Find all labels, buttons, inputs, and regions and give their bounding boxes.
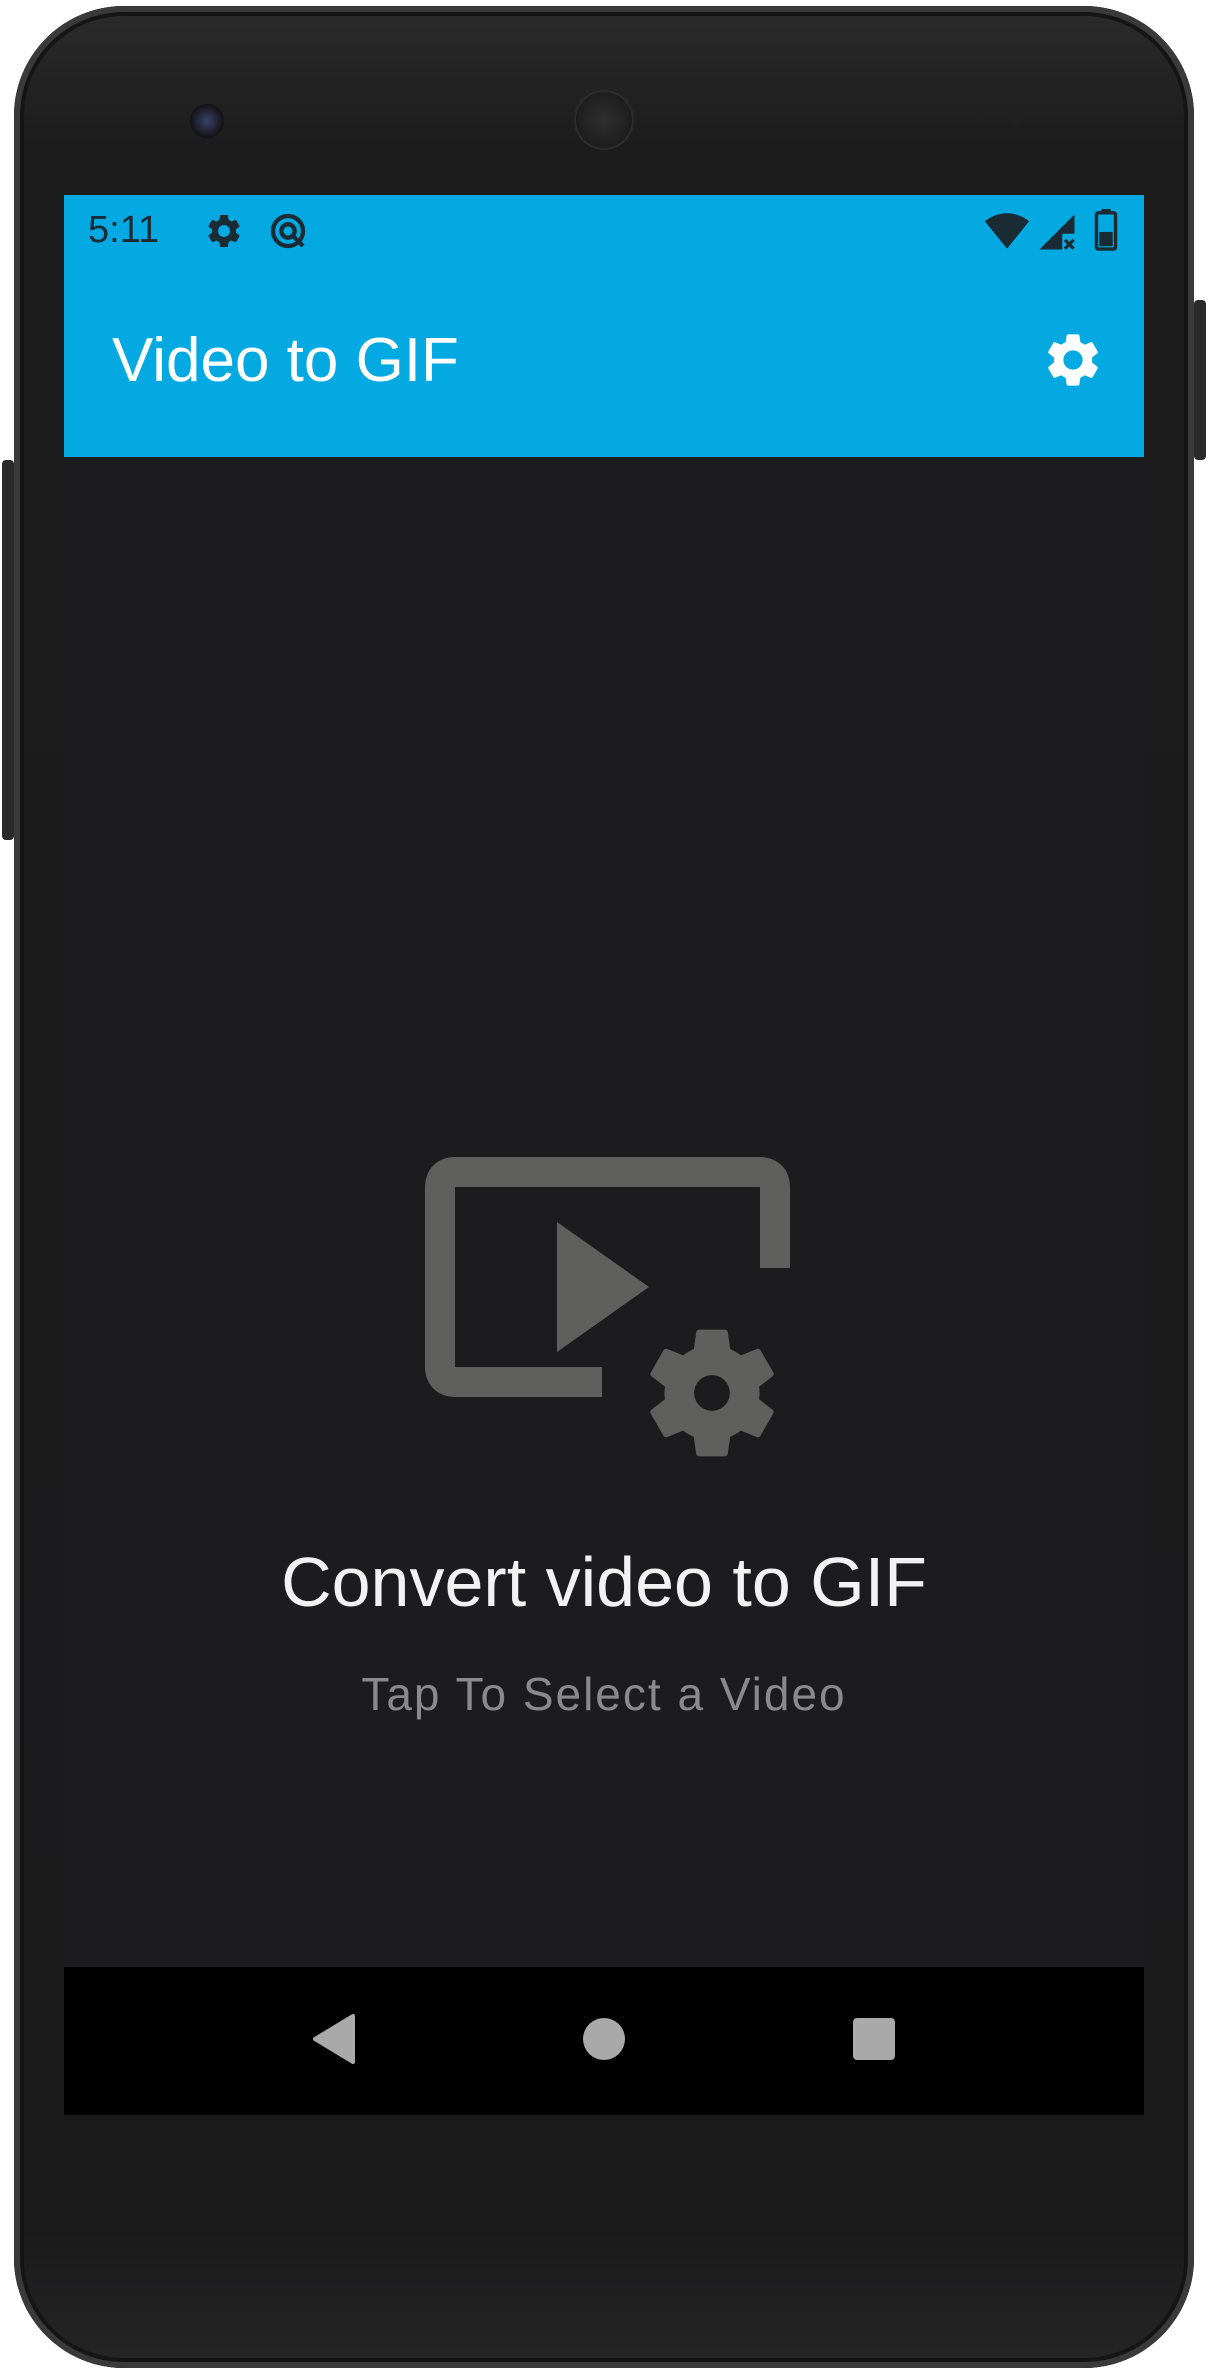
home-button[interactable] [558,1995,650,2087]
select-video-area[interactable]: Convert video to GIF Tap To Select a Vid… [64,457,1144,2115]
navigation-bar [64,1967,1144,2115]
select-video-hint[interactable]: Tap To Select a Video [64,1667,1144,1721]
screen: 5:11 Video to GIF Convert video to GIF T… [64,195,1144,2115]
status-time: 5:11 [88,209,160,251]
earpiece-speaker [576,92,632,148]
back-icon [309,2012,359,2071]
notification-icon [268,211,308,256]
recents-icon [851,2016,897,2067]
front-camera [190,104,224,138]
app-bar: Video to GIF [64,267,1144,457]
power-button [1194,300,1206,460]
home-icon [581,2016,627,2067]
main-title: Convert video to GIF [281,1543,927,1621]
proximity-sensor [972,108,988,124]
back-button[interactable] [288,1995,380,2087]
settings-icon [1041,328,1105,397]
light-sensor [1008,108,1024,124]
video-settings-icon [424,1157,794,1472]
wifi-icon [984,211,1030,256]
settings-icon [204,211,244,256]
settings-button[interactable] [1032,321,1114,403]
app-title: Video to GIF [112,326,459,395]
signal-no-data-icon [1036,211,1078,258]
volume-button [2,460,14,840]
battery-icon [1094,209,1118,256]
recents-button[interactable] [828,1995,920,2087]
status-bar: 5:11 [64,195,1144,267]
